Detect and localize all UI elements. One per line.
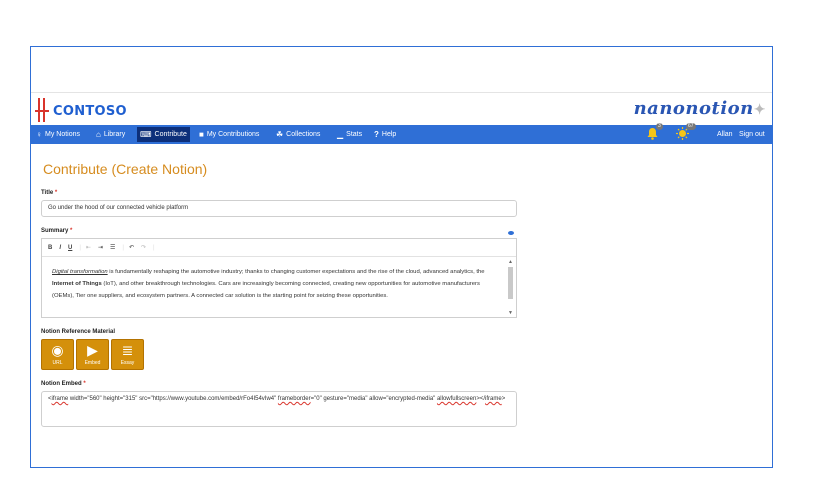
essay-button[interactable]: ≣ Essay [111, 339, 144, 370]
required-mark: * [70, 228, 73, 234]
list-icon[interactable]: ☰ [110, 244, 115, 251]
navbar: ♀ My Notions ⌂ Library ⌨ Contribute ■ My… [31, 123, 772, 144]
summary-text[interactable]: Digital transformation is fundamentally … [52, 266, 492, 302]
nav-help[interactable]: ? Help [374, 128, 396, 141]
nav-my-contributions[interactable]: ■ My Contributions [199, 128, 259, 141]
redo-icon[interactable]: ↷ [141, 244, 146, 251]
embed-textarea[interactable]: <iframe width="560" height="315" src="ht… [41, 391, 517, 427]
nav-my-notions[interactable]: ♀ My Notions [36, 128, 80, 141]
library-icon: ⌂ [96, 130, 101, 139]
nav-library[interactable]: ⌂ Library [96, 128, 125, 141]
points-button[interactable]: 67 [676, 123, 696, 140]
underline-button[interactable]: U [68, 245, 72, 251]
required-mark: * [83, 381, 86, 387]
nav-library-label: Library [103, 131, 126, 138]
user-name[interactable]: Allan [717, 128, 733, 141]
italic-button[interactable]: I [59, 245, 61, 251]
briefcase-icon: ■ [199, 130, 204, 139]
url-button-label: URL [52, 360, 63, 366]
scroll-down-icon[interactable]: ▼ [507, 310, 514, 316]
indent-more-icon[interactable]: ⇥ [98, 244, 103, 251]
help-icon: ? [374, 130, 379, 139]
nanonotion-logo-text: nanonotion [633, 98, 754, 119]
embed-button[interactable]: ▶ Embed [76, 339, 109, 370]
sign-out-link[interactable]: Sign out [739, 128, 765, 141]
nav-stats[interactable]: ▁ Stats [337, 128, 362, 141]
nav-contribute[interactable]: ⌨ Contribute [137, 127, 190, 142]
header: CONTOSO nanonotion✦ [31, 92, 772, 126]
nav-contribute-label: Contribute [154, 131, 187, 138]
required-mark: * [54, 190, 58, 196]
contoso-logo-icon [35, 98, 49, 122]
essay-button-label: Essay [120, 360, 135, 366]
preview-eye-icon[interactable] [508, 231, 514, 235]
document-icon: ≣ [121, 342, 134, 358]
reference-label: Notion Reference Material [41, 329, 116, 335]
nav-collections[interactable]: ☘ Collections [276, 128, 320, 141]
bold-button[interactable]: B [48, 245, 52, 251]
notifications-badge: 3 [656, 123, 663, 130]
nav-collections-label: Collections [286, 131, 321, 138]
toolbar-divider: | [122, 244, 124, 251]
editor-toolbar: B I U | ⇤ ⇥ ☰ | ↶ ↷ | [42, 239, 516, 257]
toolbar-divider: | [153, 244, 155, 251]
reference-buttons: ◉ URL ▶ Embed ≣ Essay [41, 339, 146, 370]
notifications-button[interactable]: 3 [647, 123, 663, 140]
nav-my-notions-label: My Notions [45, 131, 81, 138]
editor-scrollbar[interactable]: ▲ ▼ [507, 259, 514, 316]
undo-icon[interactable]: ↶ [129, 244, 134, 251]
embed-label: Notion Embed * [41, 381, 86, 387]
embed-button-label: Embed [84, 360, 101, 366]
chart-icon: ▁ [337, 130, 344, 139]
nanonotion-logo[interactable]: nanonotion✦ [634, 98, 766, 119]
contoso-logo-text: CONTOSO [53, 104, 127, 119]
url-button[interactable]: ◉ URL [41, 339, 74, 370]
page-title: Contribute (Create Notion) [43, 161, 208, 177]
title-input[interactable]: Go under the hood of our connected vehic… [41, 200, 517, 217]
points-badge: 67 [686, 123, 696, 130]
collections-icon: ☘ [276, 130, 284, 139]
keyboard-icon: ⌨ [140, 130, 152, 139]
nav-stats-label: Stats [346, 131, 363, 138]
bulb-icon: ✦ [753, 102, 766, 118]
toolbar-divider: | [79, 244, 81, 251]
scroll-up-icon[interactable]: ▲ [507, 259, 514, 265]
title-label: Title * [41, 190, 58, 196]
summary-label: Summary * [41, 228, 73, 234]
app-frame: CONTOSO nanonotion✦ ♀ My Notions ⌂ Libra… [30, 46, 773, 468]
scrollbar-thumb[interactable] [508, 267, 513, 299]
lightbulb-icon: ♀ [36, 130, 42, 139]
indent-less-icon[interactable]: ⇤ [86, 244, 91, 251]
nav-my-contributions-label: My Contributions [206, 131, 260, 138]
globe-icon: ◉ [51, 342, 64, 358]
nav-help-label: Help [381, 131, 397, 138]
play-icon: ▶ [87, 342, 98, 358]
summary-editor[interactable]: B I U | ⇤ ⇥ ☰ | ↶ ↷ | Digital transforma… [41, 238, 517, 318]
